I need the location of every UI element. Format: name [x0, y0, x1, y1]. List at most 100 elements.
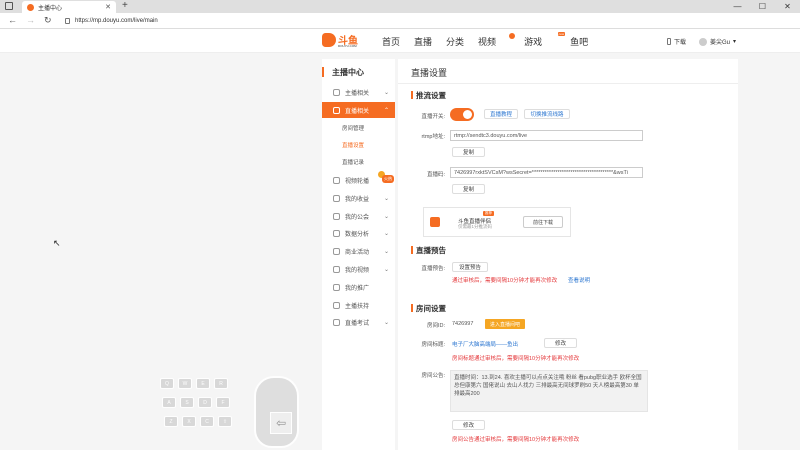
back-icon[interactable]: ← — [8, 15, 17, 25]
browser-navbar: ← → ↻ https://mp.douyu.com/live/main — [0, 13, 800, 29]
maximize-button[interactable]: ☐ — [750, 0, 775, 13]
room-id-label: 房间ID: — [426, 323, 445, 329]
app-icon — [430, 217, 440, 227]
business-icon — [333, 247, 340, 255]
sidebar-item-promotion[interactable]: 我的推广 — [322, 279, 395, 295]
sidebar-sub-live-settings[interactable]: 直播设置 — [322, 137, 395, 153]
room-title-label: 房间标题: — [421, 342, 445, 348]
avatar[interactable] — [699, 37, 708, 46]
user-caret-icon[interactable]: ▾ — [733, 38, 736, 45]
switch-line-link: 切换推流线路 — [530, 112, 564, 118]
browser-tabbar: 主播中心 ✕ + — ☐ ✕ — [0, 0, 800, 13]
address-bar[interactable]: https://mp.douyu.com/live/main — [65, 15, 158, 27]
stream-code-field[interactable]: 7426997rxktSVCsM?wsSecret=**************… — [450, 167, 643, 178]
sidebar-item-income[interactable]: 我的收益 ⌄ — [322, 190, 395, 206]
support-icon — [333, 301, 340, 309]
video-badge-icon — [509, 33, 516, 39]
nav-games-label: 游戏 — [524, 37, 543, 47]
phone-icon — [667, 38, 671, 45]
douyu-logo[interactable]: 斗鱼 DOUYU.COM — [322, 32, 358, 48]
key-c: C — [200, 416, 214, 427]
room-id-value: 7426997 — [452, 321, 474, 327]
live-toggle[interactable] — [450, 108, 474, 121]
sidebar-item-analytics[interactable]: 数据分析 ⌄ — [322, 225, 395, 241]
douyu-favicon-icon — [27, 3, 34, 11]
app-subtitle: 仅需最1分推流码 — [458, 224, 493, 229]
close-window-button[interactable]: ✕ — [775, 0, 800, 13]
sidebar: 主播中心 主播相关 ⌄ 直播相关 ⌃ 房间管理 直播设置 直播记录 视频轮播 火热 … — [322, 59, 395, 450]
sidebar-item-exam[interactable]: 直播考试 ⌄ — [322, 314, 395, 330]
tutorial-link: 直播教程 — [489, 112, 512, 118]
sidebar-item-label: 主播扶持 — [345, 303, 370, 310]
tab-close-icon[interactable]: ✕ — [105, 3, 111, 11]
section-preview-heading: 直播预告 — [411, 245, 446, 256]
key-q: Q — [160, 378, 174, 389]
sidebar-item-label: 我的收益 — [345, 196, 370, 203]
tab-actions-icon[interactable] — [5, 2, 13, 10]
guild-icon — [333, 212, 340, 220]
sidebar-sub-room-manage[interactable]: 房间管理 — [322, 120, 395, 136]
minimize-button[interactable]: — — [725, 0, 750, 13]
sidebar-item-guild[interactable]: 我的公会 ⌄ — [322, 208, 395, 224]
key-d: D — [198, 397, 212, 408]
new-badge: new — [557, 32, 566, 36]
view-instructions-link[interactable]: 查看说明 — [568, 276, 590, 284]
enter-room-button[interactable]: 进入直播间吧 — [485, 319, 525, 329]
modify-title-button[interactable]: 修改 — [544, 338, 577, 348]
nav-games[interactable]: 游戏 new — [524, 32, 566, 48]
sidebar-item-support[interactable]: 主播扶持 — [322, 297, 395, 313]
user-icon — [333, 88, 340, 96]
modify-notice-button[interactable]: 修改 — [452, 420, 485, 430]
sidebar-sub-live-records[interactable]: 直播记录 — [322, 154, 395, 170]
sidebar-item-anchor[interactable]: 主播相关 ⌄ — [322, 84, 395, 100]
sidebar-item-label: 主播相关 — [345, 90, 370, 97]
recommend-badge: 推荐 — [483, 211, 494, 216]
sidebar-item-business[interactable]: 商业活动 ⌄ — [322, 243, 395, 259]
sidebar-item-label: 直播考试 — [345, 320, 370, 327]
preview-label: 直播预告: — [421, 266, 445, 272]
sidebar-item-label: 商业活动 — [345, 249, 370, 256]
lock-icon — [65, 18, 70, 24]
app-download-button[interactable]: 前往下载 — [523, 216, 563, 228]
nav-video[interactable]: 视频 — [478, 33, 516, 48]
nav-yuba[interactable]: 鱼吧 — [570, 35, 588, 48]
nav-live[interactable]: 直播 — [414, 35, 432, 48]
nav-home[interactable]: 首页 — [382, 35, 400, 48]
key-f: F — [216, 397, 230, 408]
chevron-down-icon: ⌄ — [383, 266, 389, 273]
key-s: S — [180, 397, 194, 408]
key-e: E — [196, 378, 210, 389]
main-content: 直播设置 推流设置 直播开关: 直播教程 切换推流线路 rtmp地址: rtmp… — [398, 59, 738, 450]
username[interactable]: 姜尖Gu — [710, 37, 730, 46]
chevron-down-icon: ⌄ — [383, 89, 389, 96]
nav-category[interactable]: 分类 — [446, 35, 464, 48]
refresh-icon[interactable]: ↻ — [44, 15, 52, 26]
sidebar-item-label: 我的公会 — [345, 214, 370, 221]
sidebar-item-my-videos[interactable]: 我的视频 ⌄ — [322, 261, 395, 277]
code-label: 直播码: — [426, 172, 445, 178]
set-preview-button[interactable]: 设置预告 — [452, 262, 488, 272]
copy-rtmp-button[interactable]: 复制 — [452, 147, 485, 157]
chart-icon — [333, 229, 340, 237]
play-icon — [333, 176, 340, 184]
forward-icon[interactable]: → — [26, 15, 35, 25]
site-header: 斗鱼 DOUYU.COM 首页 直播 分类 视频 游戏 new 鱼吧 下载 姜尖G… — [0, 29, 800, 53]
new-tab-button[interactable]: + — [122, 0, 128, 11]
income-icon — [333, 194, 340, 202]
tutorial-button[interactable]: 直播教程 — [484, 109, 518, 119]
notice-textarea[interactable]: 直播时间：13.到24. 喜欢主播可以点点关注哦 粉丝 看pubg职业选手 欧杯… — [450, 370, 648, 412]
chevron-down-icon: ⌄ — [383, 195, 389, 202]
sidebar-title: 主播中心 — [322, 66, 395, 78]
preview-note: 通过审核后，需要间隔10分钟才能再次修改 — [452, 278, 558, 284]
logo-subtext: DOUYU.COM — [338, 44, 357, 48]
download-link[interactable]: 下载 — [674, 37, 686, 46]
exam-icon — [333, 318, 340, 326]
copy-code-button[interactable]: 复制 — [452, 184, 485, 194]
section-push-heading: 推流设置 — [411, 90, 446, 101]
sidebar-item-live[interactable]: 直播相关 ⌃ — [322, 102, 395, 118]
rtmp-field[interactable]: rtmp://sendtc3.douyu.com/live — [450, 130, 643, 141]
hot-badge: 火热 — [382, 175, 394, 183]
browser-tab[interactable]: 主播中心 ✕ — [22, 1, 116, 13]
promotion-icon — [333, 283, 340, 291]
switch-line-button[interactable]: 切换推流线路 — [524, 109, 570, 119]
